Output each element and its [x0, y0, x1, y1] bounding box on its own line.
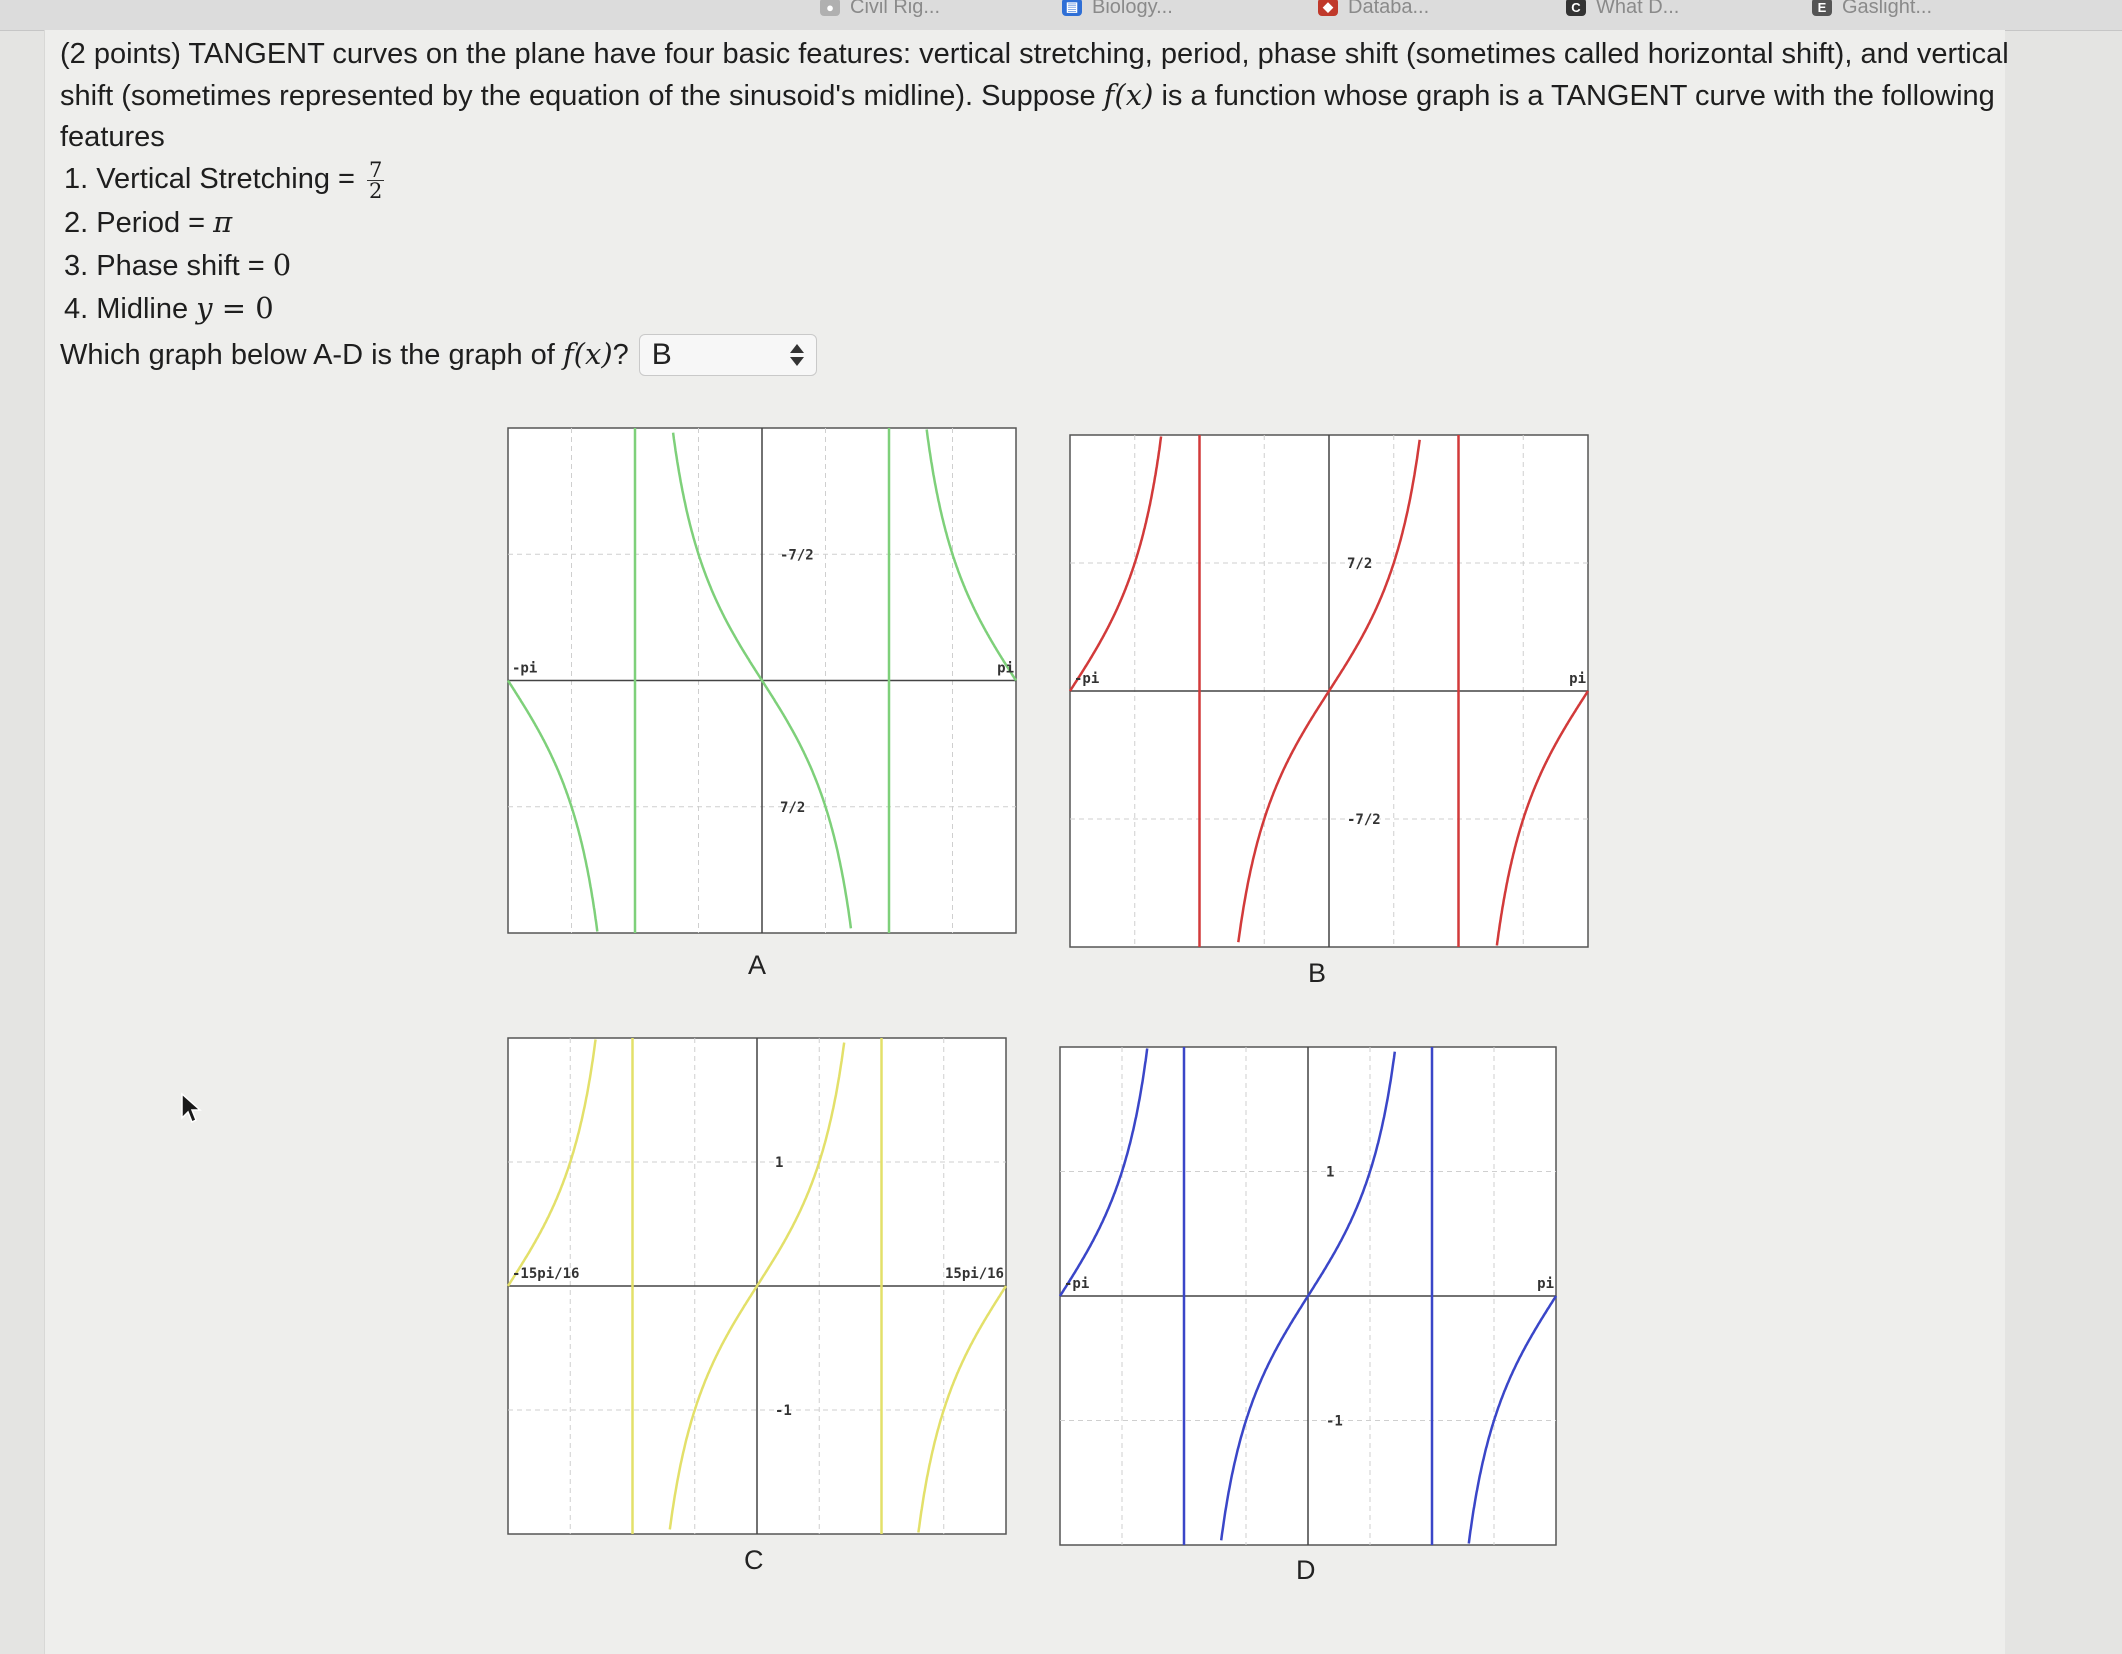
tab-icon: ●	[820, 0, 840, 16]
graph-a-plot: 7/2 -7/2 -pi pi	[506, 427, 1018, 934]
select-arrows-icon	[789, 343, 804, 366]
tab-label: Gaslight...	[1842, 0, 1933, 18]
tab-database[interactable]: ◆ Databa...	[1318, 0, 1429, 20]
feature-period: 2. Period = π	[64, 204, 233, 239]
graph-a-label: A	[748, 950, 767, 980]
graph-d-label: D	[1296, 1555, 1316, 1585]
y-tick-top-label: 7/2	[780, 800, 805, 816]
y-tick-bottom-label: -1	[1326, 1414, 1343, 1430]
question-block: (2 points) TANGENT curves on the plane h…	[60, 34, 2040, 376]
database-icon: ◆	[1318, 0, 1338, 16]
mouse-cursor-icon	[181, 1092, 202, 1124]
feature-vertical-stretching: 1. Vertical Stretching = 72	[64, 157, 385, 203]
graph-d[interactable]: 1 -1 -pi pi	[1058, 1046, 1558, 1546]
question-intro: (2 points) TANGENT curves on the plane h…	[60, 38, 2009, 153]
graph-b-label: B	[1308, 958, 1327, 988]
feature-list: 1. Vertical Stretching = 72 2. Period = …	[60, 158, 2040, 330]
x-tick-left-label: -pi	[1074, 671, 1099, 687]
y-tick-top-label: 1	[775, 1155, 783, 1171]
y-tick-bottom-label: -7/2	[1347, 812, 1381, 828]
tab-civil-rig[interactable]: ● Civil Rig...	[820, 0, 940, 20]
y-tick-bottom-label: -7/2	[780, 547, 814, 563]
tab-label: Databa...	[1348, 0, 1430, 18]
fraction: 72	[367, 157, 385, 203]
graph-a[interactable]: 7/2 -7/2 -pi pi	[506, 427, 1018, 934]
answer-select[interactable]: B	[638, 333, 817, 376]
graph-c-plot: 1 -1 -15pi/16 15pi/16	[506, 1037, 1008, 1535]
x-tick-left-label: -pi	[1064, 1276, 1089, 1292]
feature-midline: 4. Midline y = 0	[64, 290, 274, 325]
x-tick-left-label: -15pi/16	[512, 1266, 579, 1282]
tab-biology[interactable]: ▤ Biology...	[1062, 0, 1173, 20]
feature-phase-shift: 3. Phase shift = 0	[64, 247, 292, 282]
answer-value: B	[651, 338, 672, 372]
x-tick-right-label: pi	[1569, 671, 1586, 687]
x-tick-right-label: pi	[1537, 1276, 1554, 1292]
graph-c-label: C	[744, 1545, 764, 1575]
c-icon: C	[1566, 0, 1586, 16]
tab-label: Civil Rig...	[850, 0, 941, 18]
question-prompt: Which graph below A-D is the graph of f(…	[60, 333, 2040, 376]
x-tick-left-label: -pi	[512, 661, 537, 677]
graph-b-plot: 7/2 -7/2 -pi pi	[1068, 434, 1590, 948]
y-tick-top-label: 1	[1326, 1165, 1334, 1181]
y-tick-bottom-label: -1	[775, 1403, 792, 1419]
book-icon: ▤	[1062, 0, 1082, 16]
tab-what-d[interactable]: C What D...	[1566, 0, 1679, 20]
tab-gaslight[interactable]: E Gaslight...	[1812, 0, 1932, 20]
tab-label: What D...	[1596, 0, 1680, 18]
y-tick-top-label: 7/2	[1347, 556, 1372, 572]
browser-tab-bar: ● Civil Rig... ▤ Biology... ◆ Databa... …	[0, 0, 2122, 31]
function-name: f(x)	[1103, 78, 1154, 112]
graph-d-plot: 1 -1 -pi pi	[1058, 1046, 1558, 1546]
x-tick-right-label: pi	[997, 661, 1014, 677]
graph-b[interactable]: 7/2 -7/2 -pi pi	[1068, 434, 1590, 948]
x-tick-right-label: 15pi/16	[945, 1266, 1004, 1282]
e-icon: E	[1812, 0, 1832, 16]
tab-label: Biology...	[1092, 0, 1173, 18]
graph-c[interactable]: 1 -1 -15pi/16 15pi/16	[506, 1037, 1008, 1535]
